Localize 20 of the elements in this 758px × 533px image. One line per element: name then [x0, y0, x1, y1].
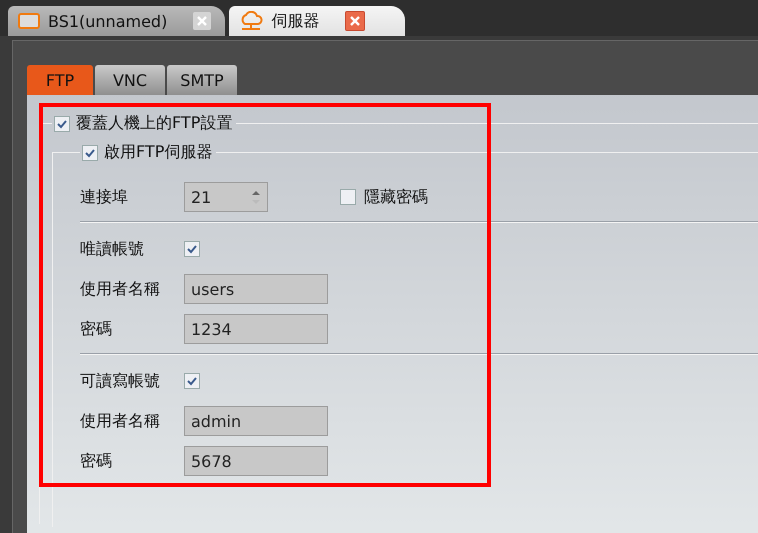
checkbox-label: 覆蓋人機上的FTP設置: [76, 113, 232, 134]
input-field[interactable]: 1234: [184, 314, 328, 344]
field-label: 使用者名稱: [80, 278, 161, 300]
input-field[interactable]: admin: [184, 406, 328, 436]
tab[interactable]: BS1(unnamed): [8, 6, 226, 36]
field-label: 密碼: [80, 450, 113, 472]
field-label: 使用者名稱: [80, 410, 161, 432]
tab[interactable]: FTP: [27, 65, 93, 95]
checkbox-label: 隱藏密碼: [364, 186, 428, 208]
input-field[interactable]: 5678: [184, 446, 328, 476]
checkbox-label: 唯讀帳號: [80, 238, 145, 260]
field-label: 密碼: [80, 318, 113, 340]
checkbox-label: 啟用FTP伺服器: [104, 142, 212, 163]
checkbox-label: 可讀寫帳號: [80, 370, 161, 392]
input-field[interactable]: users: [184, 274, 328, 304]
tab[interactable]: VNC: [95, 65, 165, 95]
field-label: 連接埠: [80, 186, 129, 208]
port-spinner[interactable]: 21: [184, 182, 268, 212]
tab[interactable]: 伺服器: [229, 6, 406, 36]
tab[interactable]: SMTP: [167, 65, 237, 95]
